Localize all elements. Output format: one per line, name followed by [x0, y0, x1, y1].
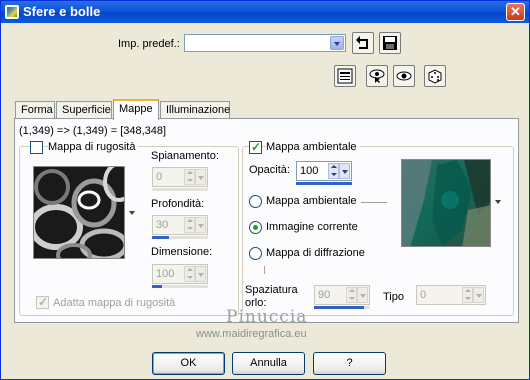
type-spinner: 0 [416, 285, 486, 305]
bump-map-checkbox[interactable] [30, 141, 43, 154]
depth-spinner: 30 [152, 215, 208, 235]
floppy-icon [383, 36, 397, 50]
spin-arrows-icon [346, 287, 357, 303]
bump-map-texture-swatch[interactable] [33, 166, 125, 259]
dropdown-arrow-icon [357, 287, 368, 303]
cancel-button[interactable]: Annulla [232, 352, 305, 375]
spacing-bar-fill [314, 306, 364, 309]
window-title: Sfere e bolle [23, 4, 101, 19]
size-spinner: 100 [152, 264, 208, 284]
smoothing-bar [152, 188, 208, 191]
opacity-bar-fill [296, 182, 352, 185]
dialog-window: Sfere e bolle ✕ Imp. predef.: Forma Supe… [0, 0, 530, 380]
opacity-spinner[interactable]: 100 [296, 161, 352, 181]
opacity-bar[interactable] [296, 182, 352, 185]
radio-diffraction-map-label: Mappa di diffrazione [266, 247, 365, 259]
spacing-value: 90 [318, 289, 331, 301]
fit-bump-checkbox [36, 295, 49, 309]
dropdown-arrow-icon [195, 266, 206, 282]
randomize-button[interactable] [424, 65, 446, 87]
depth-bar-fill [152, 236, 169, 239]
options-button[interactable] [334, 65, 356, 87]
eye-pointer-icon [369, 69, 385, 83]
dropdown-arrow-icon[interactable] [339, 163, 350, 179]
dropdown-arrow-icon [195, 217, 206, 233]
preset-dropdown[interactable] [184, 34, 346, 52]
bump-texture-dropdown-arrow[interactable] [129, 211, 135, 215]
spacing-label-line1: Spaziatura [245, 284, 298, 296]
dropdown-arrow-icon [195, 169, 206, 185]
radio-environment-map-label: Mappa ambientale [266, 195, 357, 207]
radio-diffraction-map[interactable] [249, 247, 262, 260]
tab-forma[interactable]: Forma [15, 101, 55, 119]
size-label: Dimensione: [151, 246, 213, 258]
smoothing-value: 0 [156, 171, 163, 183]
tab-illuminazione[interactable]: Illuminazione [160, 101, 230, 119]
smoothing-spinner: 0 [152, 167, 208, 187]
tab-mappe[interactable]: Mappe [113, 99, 159, 120]
environment-map-preview[interactable] [401, 159, 491, 247]
dice-icon [428, 69, 442, 84]
size-value: 100 [156, 268, 175, 280]
reset-icon [356, 36, 368, 49]
spin-arrows-icon [184, 266, 195, 282]
radio-current-image-label: Immagine corrente [266, 221, 358, 233]
depth-value: 30 [156, 219, 169, 231]
reset-button[interactable] [352, 32, 374, 54]
environment-preview-dropdown-arrow[interactable] [495, 200, 501, 204]
spin-arrows-icon[interactable] [328, 163, 339, 179]
opacity-label: Opacità: [249, 164, 290, 176]
connector-line [361, 202, 387, 203]
size-bar [152, 285, 208, 288]
type-label: Tipo [383, 291, 404, 303]
help-button[interactable]: ? [313, 352, 386, 375]
ok-button[interactable]: OK [152, 352, 225, 375]
spacing-spinner: 90 [314, 285, 370, 305]
chevron-down-icon[interactable] [330, 36, 344, 50]
spin-arrows-icon [184, 217, 195, 233]
depth-bar [152, 236, 208, 239]
environment-map-label: Mappa ambientale [266, 141, 360, 153]
opacity-value: 100 [300, 165, 319, 177]
environment-map-checkbox[interactable] [249, 140, 262, 154]
watermark-name: Pinuccia [226, 307, 308, 327]
list-icon [337, 68, 353, 84]
dropdown-arrow-icon [473, 287, 484, 303]
title-bar[interactable]: Sfere e bolle ✕ [1, 1, 529, 23]
spin-arrows-icon [184, 169, 195, 185]
bump-map-label: Mappa di rugosità [48, 141, 139, 153]
size-bar-fill [152, 285, 162, 288]
radio-current-image[interactable] [249, 221, 262, 234]
proof-button[interactable] [366, 65, 388, 87]
watermark-url: www.maidiregrafica.eu [196, 328, 307, 340]
save-preset-button[interactable] [379, 32, 401, 54]
connector-line [264, 266, 265, 274]
coordinates-readout: (1,349) => (1,349) = [348,348] [19, 125, 167, 137]
close-button[interactable]: ✕ [506, 3, 525, 21]
smoothing-label: Spianamento: [151, 150, 219, 162]
fit-bump-label: Adatta mappa di rugosità [53, 297, 176, 309]
radio-environment-map[interactable] [249, 195, 262, 208]
eye-icon [396, 71, 412, 81]
preview-button[interactable] [393, 65, 415, 87]
spacing-bar [314, 306, 370, 309]
type-value: 0 [420, 289, 427, 301]
spin-arrows-icon [462, 287, 473, 303]
depth-label: Profondità: [151, 198, 205, 210]
preset-label: Imp. predef.: [118, 38, 180, 50]
tab-superficie[interactable]: Superficie [56, 101, 112, 119]
app-icon [5, 5, 19, 19]
